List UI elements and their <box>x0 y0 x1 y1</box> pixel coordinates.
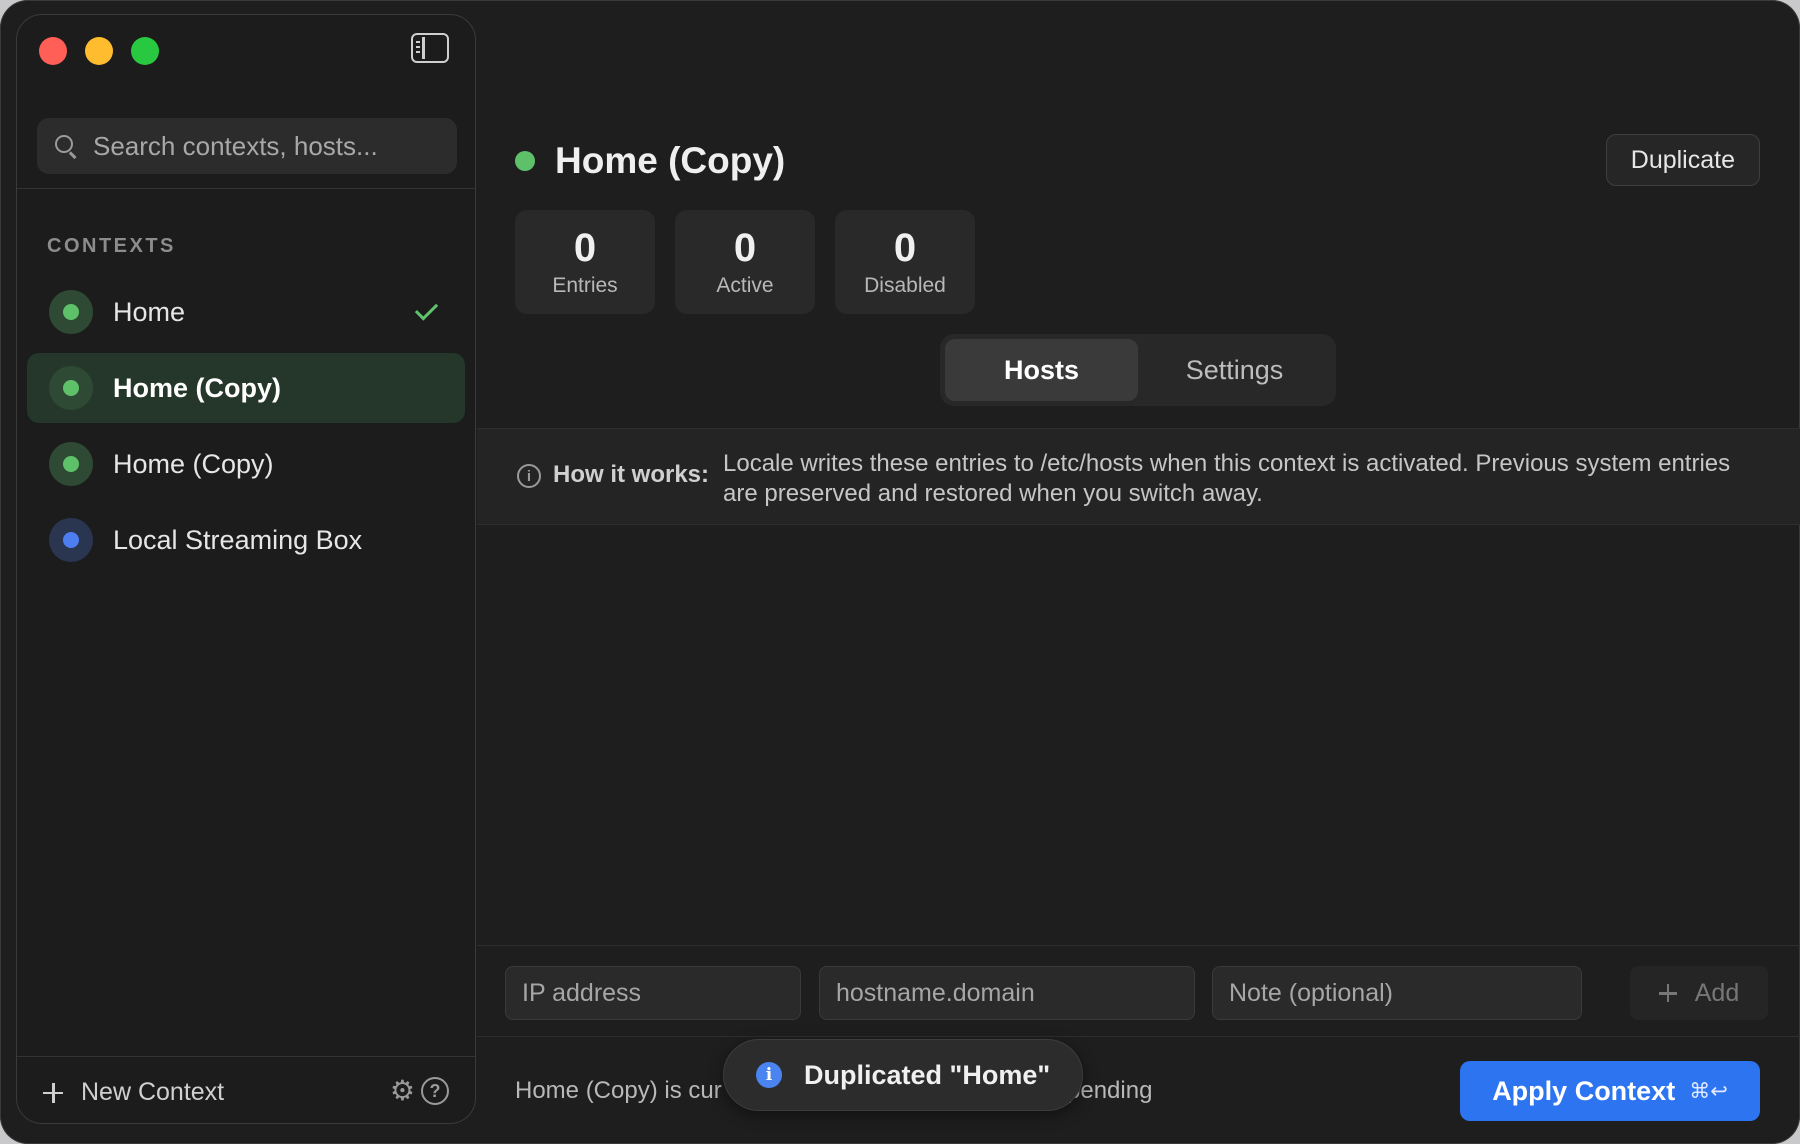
sidebar-footer-icons: ⚙ ? <box>390 1077 449 1105</box>
gear-icon[interactable]: ⚙ <box>390 1077 415 1105</box>
add-entry-button[interactable]: Add <box>1630 966 1768 1020</box>
toast-message: Duplicated "Home" <box>804 1059 1051 1090</box>
apply-context-label: Apply Context <box>1492 1075 1676 1106</box>
search-input[interactable] <box>91 129 435 163</box>
window-controls <box>39 37 159 65</box>
context-status-dot <box>63 380 79 396</box>
close-window-button[interactable] <box>39 37 67 65</box>
sidebar-footer-divider <box>17 1056 475 1057</box>
stat-card-active: 0 Active <box>675 210 815 314</box>
help-icon[interactable]: ? <box>421 1077 449 1105</box>
stat-value: 0 <box>733 226 757 270</box>
info-text: Locale writes these entries to /etc/host… <box>723 450 1731 507</box>
context-status-ring <box>49 290 93 334</box>
contexts-section-title: CONTEXTS <box>47 235 176 257</box>
stat-card-entries: 0 Entries <box>515 210 655 314</box>
new-context-label: New Context <box>81 1078 225 1106</box>
tab-hosts[interactable]: Hosts <box>945 339 1138 401</box>
info-heading: How it works: <box>553 461 710 488</box>
context-list: Home Home (Copy) Home (Copy) Local Strea… <box>27 277 465 581</box>
status-text: Home (Copy) is cur <box>515 1077 722 1104</box>
page-title: Home (Copy) <box>555 140 786 181</box>
context-status-ring <box>49 518 93 562</box>
stat-value: 0 <box>573 226 597 270</box>
sidebar-toggle-icon[interactable] <box>411 33 449 63</box>
plus-icon <box>1658 984 1677 1002</box>
context-item-label: Home <box>113 296 186 327</box>
zoom-window-button[interactable] <box>131 37 159 65</box>
context-status-ring <box>49 442 93 486</box>
add-entry-bar: Add <box>477 945 1800 1037</box>
context-item-label: Home (Copy) <box>113 448 274 479</box>
stat-label: Entries <box>552 274 618 297</box>
context-item-label: Local Streaming Box <box>113 524 363 555</box>
stats-row: 0 Entries 0 Active 0 Disabled <box>515 210 975 314</box>
note-input[interactable] <box>1212 966 1582 1020</box>
context-status-dot <box>515 151 535 171</box>
context-status-dot <box>63 532 79 548</box>
context-status-dot <box>63 456 79 472</box>
new-context-button[interactable]: New Context <box>43 1078 224 1107</box>
app-window: CONTEXTS Home Home (Copy) Home (Copy) <box>0 0 1800 1144</box>
context-item-label: Home (Copy) <box>113 372 281 403</box>
search-icon <box>55 135 77 157</box>
plus-icon <box>43 1082 63 1103</box>
context-status-dot <box>63 304 79 320</box>
hostname-input[interactable] <box>819 966 1195 1020</box>
context-status-ring <box>49 366 93 410</box>
info-icon: i <box>756 1062 782 1088</box>
toast-notification: i Duplicated "Home" <box>723 1039 1084 1111</box>
minimize-window-button[interactable] <box>85 37 113 65</box>
keyboard-shortcut-hint: ⌘↩ <box>1689 1079 1728 1103</box>
info-icon: i <box>517 464 541 488</box>
add-label: Add <box>1694 978 1740 1007</box>
stat-value: 0 <box>893 226 917 270</box>
tab-settings[interactable]: Settings <box>1138 339 1331 401</box>
stat-label: Active <box>716 274 774 297</box>
view-tabs: Hosts Settings <box>940 334 1336 406</box>
stat-label: Disabled <box>864 274 946 297</box>
context-item-home-copy-selected[interactable]: Home (Copy) <box>27 353 465 423</box>
sidebar: CONTEXTS Home Home (Copy) Home (Copy) <box>16 14 476 1124</box>
context-item-home-copy[interactable]: Home (Copy) <box>27 429 465 499</box>
stat-card-disabled: 0 Disabled <box>835 210 975 314</box>
checkmark-icon <box>414 297 439 321</box>
context-item-local-streaming-box[interactable]: Local Streaming Box <box>27 505 465 575</box>
search-box[interactable] <box>37 118 457 174</box>
main-panel: Home (Copy) Duplicate 0 Entries 0 Active… <box>477 0 1800 1144</box>
context-header: Home (Copy) <box>515 140 785 182</box>
info-banner: i How it works: Locale writes these entr… <box>477 428 1800 525</box>
ip-address-input[interactable] <box>505 966 801 1020</box>
context-item-home[interactable]: Home <box>27 277 465 347</box>
apply-context-button[interactable]: Apply Context ⌘↩ <box>1460 1061 1760 1121</box>
sidebar-divider <box>17 188 475 189</box>
duplicate-button[interactable]: Duplicate <box>1605 134 1760 186</box>
